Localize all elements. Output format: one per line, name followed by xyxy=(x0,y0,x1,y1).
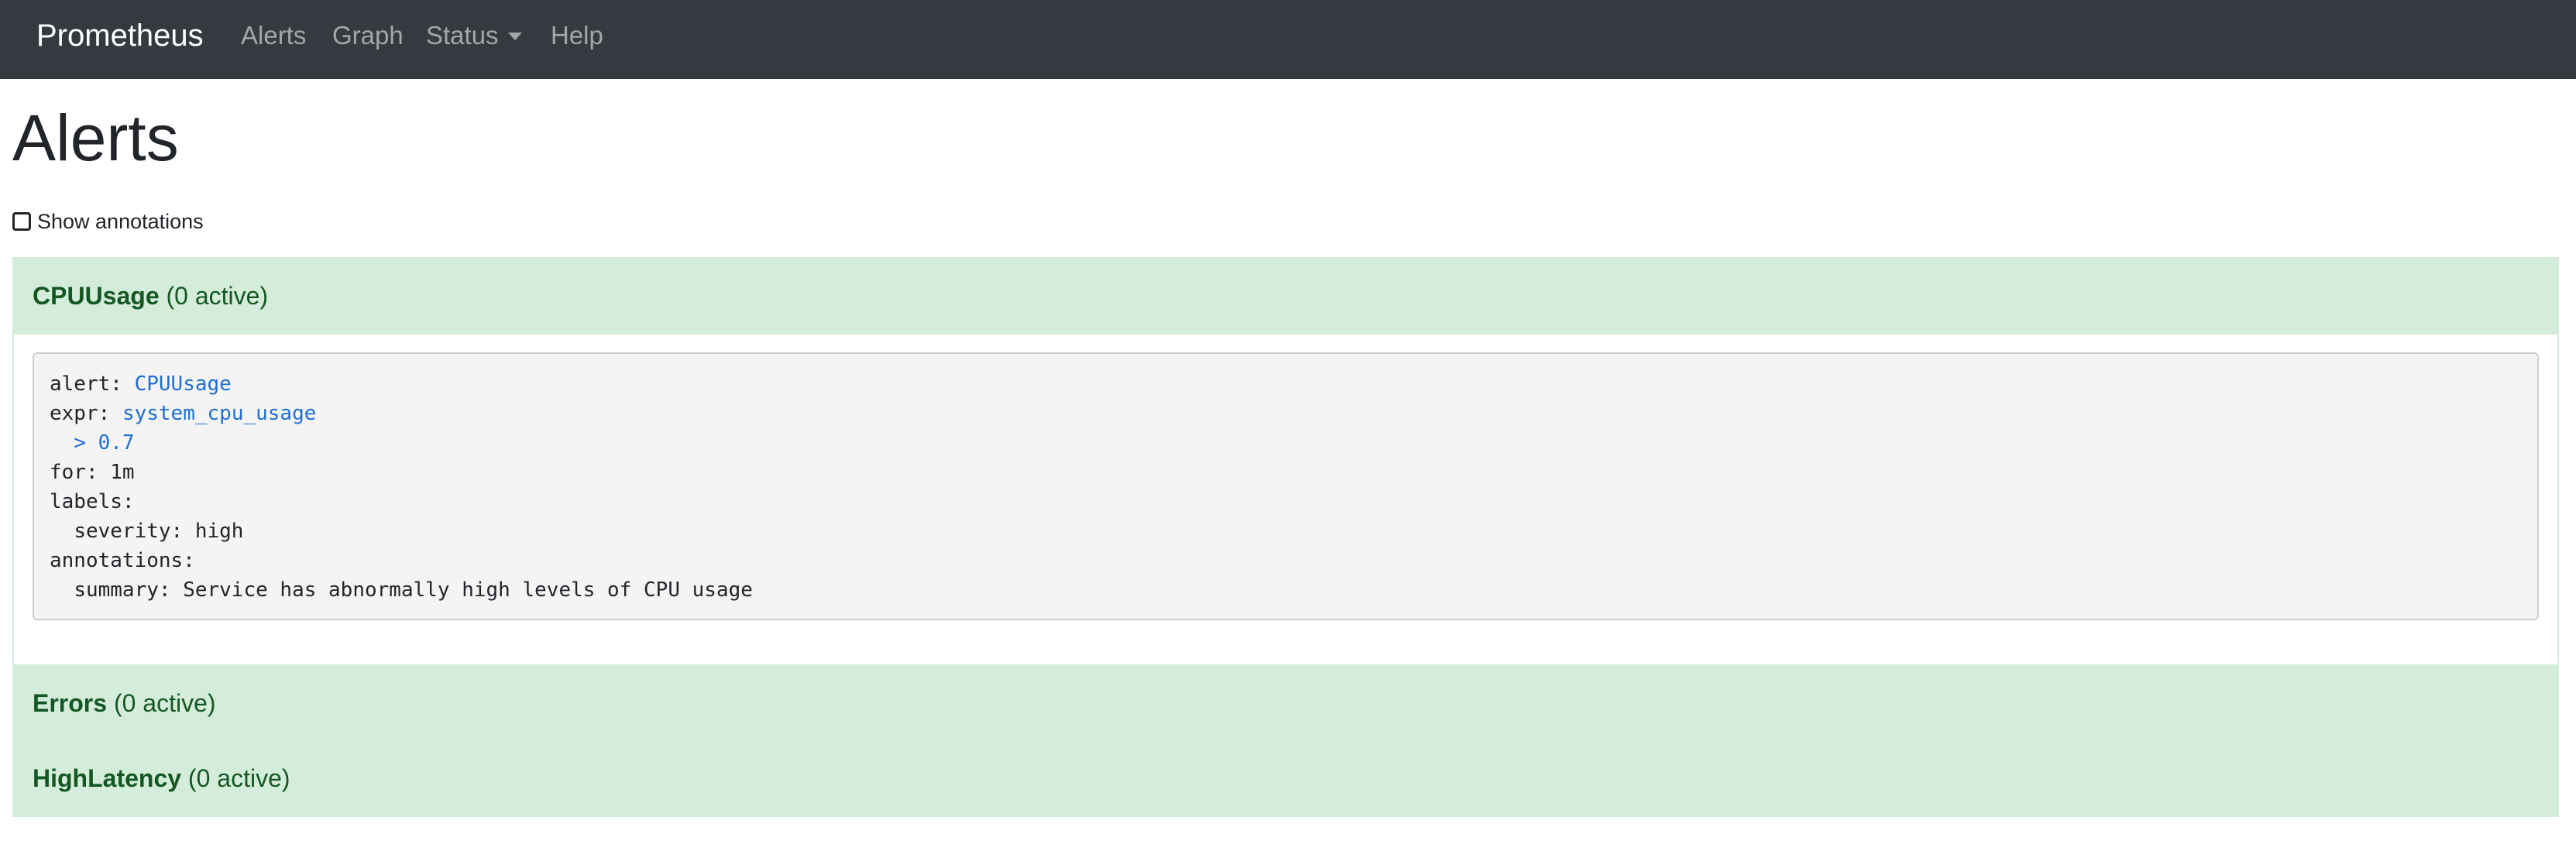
rule-name: Errors xyxy=(33,689,108,717)
page-title: Alerts xyxy=(12,101,179,174)
nav-status-label: Status xyxy=(426,21,499,50)
rule-header-highlatency[interactable]: HighLatency (0 active) xyxy=(12,742,2559,817)
rule-definition-code: alert: CPUUsage expr: system_cpu_usage > … xyxy=(33,352,2539,620)
chevron-down-icon xyxy=(507,33,522,40)
rule-name: CPUUsage xyxy=(33,282,160,310)
nav-graph[interactable]: Graph xyxy=(332,0,404,79)
top-navbar: Prometheus Alerts Graph Status Help xyxy=(0,0,2576,79)
code-line: for: 1m xyxy=(50,461,135,484)
nav-status-dropdown[interactable]: Status xyxy=(426,0,522,79)
expr-link[interactable]: system_cpu_usage xyxy=(122,402,316,425)
nav-help[interactable]: Help xyxy=(551,0,603,79)
rule-active-count: (0 active) xyxy=(187,764,290,792)
code-line: summary: Service has abnormally high lev… xyxy=(50,575,2537,605)
code-line: alert: CPUUsage xyxy=(50,369,2537,399)
code-key: alert: xyxy=(50,372,122,396)
code-line: labels: xyxy=(50,490,135,513)
rule-header-errors[interactable]: Errors (0 active) xyxy=(12,664,2559,742)
rule-header-cpuusage[interactable]: CPUUsage (0 active) xyxy=(12,257,2559,335)
rule-active-count: (0 active) xyxy=(113,689,216,717)
code-line: > 0.7 xyxy=(50,428,2537,458)
rule-active-count: (0 active) xyxy=(166,282,269,310)
show-annotations-toggle[interactable]: Show annotations xyxy=(12,208,204,235)
code-key: expr: xyxy=(50,402,111,425)
code-line: annotations: xyxy=(50,549,195,572)
alert-name-link[interactable]: CPUUsage xyxy=(135,372,232,396)
nav-alerts[interactable]: Alerts xyxy=(241,0,306,79)
code-line: expr: system_cpu_usage xyxy=(50,399,2537,428)
expr-link-continued[interactable]: > 0.7 xyxy=(74,431,134,455)
rule-name: HighLatency xyxy=(33,764,182,792)
brand-link[interactable]: Prometheus xyxy=(36,0,204,79)
show-annotations-checkbox[interactable] xyxy=(12,212,31,231)
annotation-summary: summary: Service has abnormally high lev… xyxy=(74,578,753,602)
show-annotations-label: Show annotations xyxy=(37,209,204,233)
label-severity: severity: high xyxy=(74,520,244,543)
code-line: severity: high xyxy=(50,517,2537,546)
